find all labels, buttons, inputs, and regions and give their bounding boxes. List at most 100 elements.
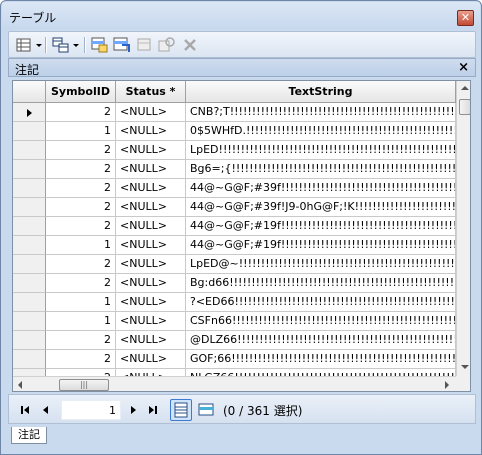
column-header-symbolid[interactable]: SymbolID: [46, 81, 116, 103]
row-selector[interactable]: [13, 312, 46, 331]
cell-textstring[interactable]: GOF;66!!!!!!!!!!!!!!!!!!!!!!!!!!!!!!!!!!…: [186, 350, 456, 369]
related-tables-dropdown-icon[interactable]: [73, 44, 79, 47]
cell-textstring[interactable]: 44@~G@F;#39f!!!!!!!!!!!!!!!!!!!!!!!!!!!!…: [186, 179, 456, 198]
row-selector[interactable]: [13, 255, 46, 274]
cell-status[interactable]: <NULL>: [116, 103, 186, 122]
previous-record-button[interactable]: [39, 403, 53, 417]
row-selector[interactable]: [13, 179, 46, 198]
cell-symbolid[interactable]: 2: [46, 217, 116, 236]
cell-textstring[interactable]: 44@~G@F;#19f!!!!!!!!!!!!!!!!!!!!!!!!!!!!…: [186, 236, 456, 255]
cell-textstring[interactable]: 44@~G@F;#19f!!!!!!!!!!!!!!!!!!!!!!!!!!!!…: [186, 217, 456, 236]
tab-annotation[interactable]: 注記: [11, 427, 47, 444]
table-row[interactable]: 2 <NULL> LpED!!!!!!!!!!!!!!!!!!!!!!!!!!!!!…: [13, 141, 456, 160]
cell-status[interactable]: <NULL>: [116, 217, 186, 236]
first-record-button[interactable]: [19, 403, 33, 417]
cell-textstring[interactable]: CNB?;T!!!!!!!!!!!!!!!!!!!!!!!!!!!!!!!!!!…: [186, 103, 456, 122]
table-row[interactable]: 2 <NULL> CNB?;T!!!!!!!!!!!!!!!!!!!!!!!!!!!…: [13, 103, 456, 122]
column-header-textstring[interactable]: TextString: [186, 81, 456, 103]
table-row[interactable]: 1 <NULL> 0$5WHfD.!!!!!!!!!!!!!!!!!!!!!!!!!…: [13, 122, 456, 141]
row-selector[interactable]: [13, 122, 46, 141]
show-selected-records-button[interactable]: [195, 399, 217, 421]
table-options-dropdown-icon[interactable]: [36, 44, 42, 47]
clear-selection-icon[interactable]: [136, 36, 154, 54]
horizontal-scrollbar[interactable]: |||: [13, 376, 456, 391]
cell-status[interactable]: <NULL>: [116, 122, 186, 141]
row-selector[interactable]: [13, 331, 46, 350]
cell-symbolid[interactable]: 2: [46, 198, 116, 217]
cell-status[interactable]: <NULL>: [116, 236, 186, 255]
cell-status[interactable]: <NULL>: [116, 255, 186, 274]
table-row[interactable]: 2 <NULL> 44@~G@F;#19f!!!!!!!!!!!!!!!!!!!!!…: [13, 217, 456, 236]
cell-textstring[interactable]: Bg:d66!!!!!!!!!!!!!!!!!!!!!!!!!!!!!!!!!!…: [186, 274, 456, 293]
table-row[interactable]: 2 <NULL> @DLZ66!!!!!!!!!!!!!!!!!!!!!!!!!!!…: [13, 331, 456, 350]
row-selector[interactable]: [13, 103, 46, 122]
table-row[interactable]: 2 <NULL> LpED@~!!!!!!!!!!!!!!!!!!!!!!!!!!!…: [13, 255, 456, 274]
cell-symbolid[interactable]: 2: [46, 103, 116, 122]
horizontal-scroll-thumb[interactable]: |||: [59, 379, 109, 391]
cell-symbolid[interactable]: 1: [46, 122, 116, 141]
window-close-button[interactable]: ✕: [457, 10, 474, 26]
column-header-status[interactable]: Status *: [116, 81, 186, 103]
table-tab-close-icon[interactable]: ×: [458, 60, 469, 75]
related-tables-icon[interactable]: [52, 36, 70, 54]
next-record-button[interactable]: [126, 403, 140, 417]
cell-symbolid[interactable]: 2: [46, 160, 116, 179]
cell-symbolid[interactable]: 1: [46, 236, 116, 255]
cell-status[interactable]: <NULL>: [116, 160, 186, 179]
cell-textstring[interactable]: Bg6=;{!!!!!!!!!!!!!!!!!!!!!!!!!!!!!!!!!!…: [186, 160, 456, 179]
cell-symbolid[interactable]: 2: [46, 331, 116, 350]
cell-symbolid[interactable]: 2: [46, 350, 116, 369]
cell-symbolid[interactable]: 2: [46, 255, 116, 274]
cell-textstring[interactable]: CSFn66!!!!!!!!!!!!!!!!!!!!!!!!!!!!!!!!!!…: [186, 312, 456, 331]
cell-status[interactable]: <NULL>: [116, 331, 186, 350]
cell-status[interactable]: <NULL>: [116, 274, 186, 293]
row-selector-header[interactable]: [13, 81, 46, 103]
zoom-to-selected-icon[interactable]: [158, 36, 176, 54]
table-row[interactable]: 2 <NULL> GOF;66!!!!!!!!!!!!!!!!!!!!!!!!!!!…: [13, 350, 456, 369]
table-row[interactable]: 2 <NULL> 44@~G@F;#39f!J9-0hG@F;!K!!!!!!!!!…: [13, 198, 456, 217]
cell-status[interactable]: <NULL>: [116, 312, 186, 331]
vertical-scroll-thumb[interactable]: [459, 99, 470, 115]
row-selector[interactable]: [13, 274, 46, 293]
table-row[interactable]: 2 <NULL> 44@~G@F;#39f!!!!!!!!!!!!!!!!!!!!!…: [13, 179, 456, 198]
row-selector[interactable]: [13, 350, 46, 369]
cell-symbolid[interactable]: 2: [46, 274, 116, 293]
table-row[interactable]: 2 <NULL> Bg6=;{!!!!!!!!!!!!!!!!!!!!!!!!!!!…: [13, 160, 456, 179]
scroll-right-icon[interactable]: [445, 381, 449, 389]
row-selector[interactable]: [13, 198, 46, 217]
row-selector[interactable]: [13, 217, 46, 236]
row-selector[interactable]: [13, 236, 46, 255]
cell-textstring[interactable]: ?<ED66!!!!!!!!!!!!!!!!!!!!!!!!!!!!!!!!!!…: [186, 293, 456, 312]
show-all-records-button[interactable]: [170, 399, 192, 421]
cell-status[interactable]: <NULL>: [116, 293, 186, 312]
cell-symbolid[interactable]: 2: [46, 141, 116, 160]
cell-status[interactable]: <NULL>: [116, 179, 186, 198]
last-record-button[interactable]: [146, 403, 160, 417]
scroll-down-icon[interactable]: [461, 365, 469, 369]
vertical-scrollbar[interactable]: [456, 81, 470, 376]
cell-symbolid[interactable]: 1: [46, 293, 116, 312]
row-selector[interactable]: [13, 160, 46, 179]
cell-status[interactable]: <NULL>: [116, 141, 186, 160]
cell-textstring[interactable]: LpED@~!!!!!!!!!!!!!!!!!!!!!!!!!!!!!!!!!!…: [186, 255, 456, 274]
table-row[interactable]: 2 <NULL> Bg:d66!!!!!!!!!!!!!!!!!!!!!!!!!!!…: [13, 274, 456, 293]
switch-selection-icon[interactable]: [113, 36, 131, 54]
table-row[interactable]: 1 <NULL> ?<ED66!!!!!!!!!!!!!!!!!!!!!!!!!!!…: [13, 293, 456, 312]
scroll-up-icon[interactable]: [461, 86, 469, 90]
current-record-input[interactable]: 1: [61, 400, 121, 420]
cell-textstring[interactable]: @DLZ66!!!!!!!!!!!!!!!!!!!!!!!!!!!!!!!!!!…: [186, 331, 456, 350]
row-selector[interactable]: [13, 293, 46, 312]
cell-textstring[interactable]: LpED!!!!!!!!!!!!!!!!!!!!!!!!!!!!!!!!!!!!…: [186, 141, 456, 160]
cell-status[interactable]: <NULL>: [116, 198, 186, 217]
delete-selected-icon[interactable]: [181, 36, 199, 54]
table-options-icon[interactable]: [15, 36, 33, 54]
cell-symbolid[interactable]: 1: [46, 312, 116, 331]
cell-textstring[interactable]: 0$5WHfD.!!!!!!!!!!!!!!!!!!!!!!!!!!!!!!!!…: [186, 122, 456, 141]
cell-status[interactable]: <NULL>: [116, 350, 186, 369]
table-row[interactable]: 1 <NULL> CSFn66!!!!!!!!!!!!!!!!!!!!!!!!!!!…: [13, 312, 456, 331]
table-row[interactable]: 1 <NULL> 44@~G@F;#19f!!!!!!!!!!!!!!!!!!!!!…: [13, 236, 456, 255]
row-selector[interactable]: [13, 141, 46, 160]
select-by-attributes-icon[interactable]: [91, 36, 109, 54]
cell-symbolid[interactable]: 2: [46, 179, 116, 198]
scroll-left-icon[interactable]: [18, 381, 22, 389]
